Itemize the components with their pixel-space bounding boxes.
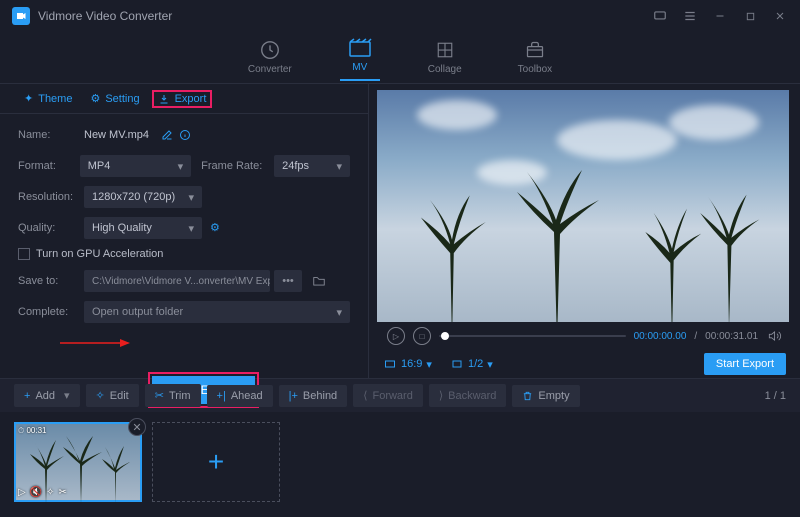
progress-bar[interactable] bbox=[439, 335, 626, 337]
collage-icon bbox=[433, 40, 457, 60]
start-export-button-2[interactable]: Start Export bbox=[704, 353, 786, 375]
sub-tab-export[interactable]: Export bbox=[152, 90, 213, 108]
name-label: Name: bbox=[18, 129, 84, 141]
name-value: New MV.mp4 bbox=[84, 129, 149, 141]
clip-play-icon[interactable]: ▷ bbox=[18, 487, 26, 498]
trim-button[interactable]: ✂Trim bbox=[145, 384, 201, 407]
edit-icon[interactable] bbox=[161, 128, 175, 142]
export-icon bbox=[158, 93, 170, 105]
remove-clip-button[interactable]: ✕ bbox=[128, 418, 146, 436]
video-preview bbox=[377, 90, 789, 322]
resolution-select[interactable]: 1280x720 (720p)▾ bbox=[84, 186, 202, 208]
annotation-arrow bbox=[60, 336, 130, 350]
forward-button[interactable]: ⟨Forward bbox=[353, 384, 423, 407]
saveto-path: C:\Vidmore\Vidmore V...onverter\MV Expor… bbox=[84, 270, 270, 292]
sub-tab-setting[interactable]: ⚙ Setting bbox=[84, 89, 145, 108]
close-button[interactable] bbox=[772, 8, 788, 24]
info-icon[interactable] bbox=[179, 128, 193, 142]
quality-label: Quality: bbox=[18, 222, 84, 234]
page-indicator: 1 / 1 bbox=[765, 390, 786, 402]
quality-settings-icon[interactable]: ⚙ bbox=[210, 221, 224, 235]
maximize-button[interactable] bbox=[742, 8, 758, 24]
framerate-label: Frame Rate: bbox=[201, 160, 274, 172]
clip-trim-icon[interactable]: ✂ bbox=[59, 487, 67, 498]
app-title: Vidmore Video Converter bbox=[38, 9, 652, 23]
volume-icon[interactable] bbox=[766, 329, 782, 343]
format-label: Format: bbox=[18, 160, 80, 172]
saveto-label: Save to: bbox=[18, 275, 84, 287]
complete-select[interactable]: Open output folder▾ bbox=[84, 301, 350, 323]
empty-button[interactable]: Empty bbox=[512, 385, 579, 407]
theme-icon: ✦ bbox=[24, 92, 33, 105]
clip-thumbnail[interactable]: ⏱ 00:31 ✕ ▷ 🔇 ✧ ✂ bbox=[14, 422, 142, 502]
tab-collage[interactable]: Collage bbox=[420, 36, 470, 79]
app-logo bbox=[12, 7, 30, 25]
converter-icon bbox=[258, 40, 282, 60]
clip-mute-icon[interactable]: 🔇 bbox=[30, 487, 42, 498]
quality-select[interactable]: High Quality▾ bbox=[84, 217, 202, 239]
gpu-checkbox[interactable] bbox=[18, 248, 30, 260]
ahead-button[interactable]: +|Ahead bbox=[207, 385, 273, 407]
gear-icon: ⚙ bbox=[90, 92, 100, 105]
framerate-select[interactable]: 24fps▾ bbox=[274, 155, 350, 177]
sub-tab-theme[interactable]: ✦ Theme bbox=[18, 89, 78, 108]
format-select[interactable]: MP4▾ bbox=[80, 155, 191, 177]
mv-icon bbox=[348, 38, 372, 58]
current-time: 00:00:00.00 bbox=[634, 331, 687, 342]
edit-button[interactable]: ✧Edit bbox=[86, 384, 139, 407]
stop-button[interactable]: □ bbox=[413, 327, 431, 345]
open-folder-icon[interactable] bbox=[308, 270, 330, 292]
clip-effects-icon[interactable]: ✧ bbox=[46, 487, 54, 498]
toolbox-icon bbox=[523, 40, 547, 60]
clip-duration: ⏱ 00:31 bbox=[18, 426, 47, 436]
tab-converter[interactable]: Converter bbox=[240, 36, 300, 79]
total-time: 00:00:31.01 bbox=[705, 331, 758, 342]
complete-label: Complete: bbox=[18, 306, 84, 318]
resolution-label: Resolution: bbox=[18, 191, 84, 203]
minimize-button[interactable] bbox=[712, 8, 728, 24]
add-button[interactable]: +Add▾ bbox=[14, 384, 80, 407]
tab-toolbox[interactable]: Toolbox bbox=[510, 36, 560, 79]
add-clip-slot[interactable]: + bbox=[152, 422, 280, 502]
menu-icon[interactable] bbox=[682, 8, 698, 24]
feedback-icon[interactable] bbox=[652, 8, 668, 24]
gpu-label: Turn on GPU Acceleration bbox=[36, 248, 163, 260]
aspect-ratio-control[interactable]: 16:9 ▾ bbox=[383, 358, 432, 371]
tab-mv[interactable]: MV bbox=[340, 34, 380, 81]
play-button[interactable]: ▷ bbox=[387, 327, 405, 345]
browse-button[interactable]: ••• bbox=[274, 270, 302, 292]
scale-control[interactable]: 1/2 ▾ bbox=[450, 358, 493, 371]
backward-button[interactable]: ⟩Backward bbox=[429, 384, 507, 407]
behind-button[interactable]: |+Behind bbox=[279, 385, 348, 407]
